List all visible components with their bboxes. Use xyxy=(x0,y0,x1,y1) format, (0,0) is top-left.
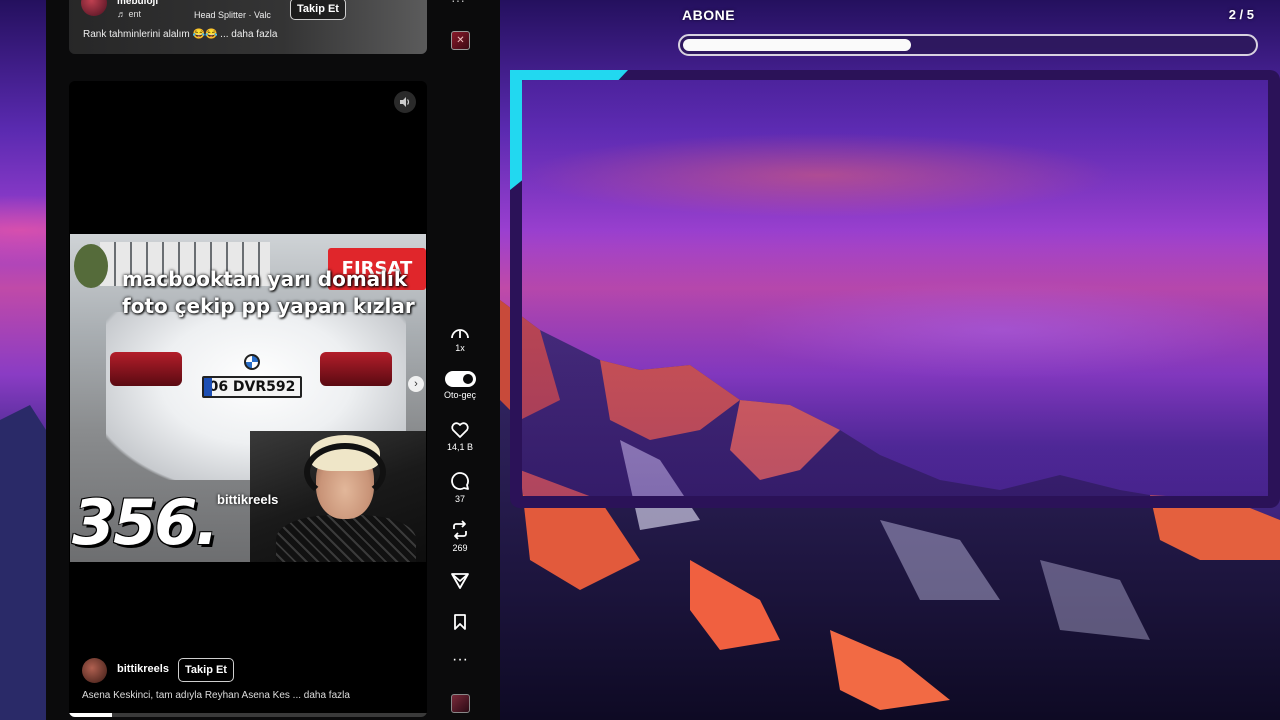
watermark-label: bittikreels xyxy=(217,492,279,507)
repost-icon xyxy=(453,520,467,540)
song-title[interactable]: Head Splitter · Valc xyxy=(194,10,271,20)
reel-video[interactable]: FIRSAT 06 DVR592 macbooktan yarı domalık… xyxy=(70,234,426,562)
like-count: 14,1 B xyxy=(446,442,474,452)
follow-button[interactable]: Takip Et xyxy=(178,658,234,682)
avatar[interactable] xyxy=(82,658,107,683)
reel-player[interactable]: FIRSAT 06 DVR592 macbooktan yarı domalık… xyxy=(69,81,427,717)
frame-accent-left xyxy=(510,70,522,190)
speed-label: 1x xyxy=(455,343,465,353)
volume-button[interactable] xyxy=(394,91,416,113)
frame-border xyxy=(510,70,1280,508)
license-plate: 06 DVR592 xyxy=(202,376,302,398)
reel-username[interactable]: bittikreels xyxy=(117,663,169,675)
bookmark-icon xyxy=(454,614,466,630)
send-icon xyxy=(451,573,469,589)
more-options-top[interactable]: ··· xyxy=(451,0,465,8)
bmw-logo xyxy=(244,354,260,370)
goal-label: ABONE xyxy=(682,7,736,23)
previous-audio-thumbnail[interactable]: ✕ xyxy=(451,31,470,50)
save-button[interactable] xyxy=(445,613,475,631)
repost-count: 269 xyxy=(452,543,468,553)
like-button[interactable]: 14,1 B xyxy=(445,421,475,452)
toggle-switch[interactable] xyxy=(444,371,476,387)
reel-caption[interactable]: Asena Keskinci, tam adıyla Reyhan Asena … xyxy=(82,690,350,701)
frame-accent-top xyxy=(510,70,628,80)
audio-thumbnail[interactable] xyxy=(451,694,470,713)
reel-progress-bar[interactable] xyxy=(69,713,427,717)
autoplay-label: Oto-geç xyxy=(444,390,477,400)
comment-count: 37 xyxy=(454,494,465,504)
speedometer-icon xyxy=(451,329,469,339)
comment-button[interactable]: 37 xyxy=(445,471,475,504)
goal-progress-fill xyxy=(683,39,911,51)
tail-light-left xyxy=(110,352,182,386)
repost-button[interactable]: 269 xyxy=(445,520,475,553)
more-icon: ··· xyxy=(452,651,468,668)
video-overlay-text: macbooktan yarı domalık foto çekip pp ya… xyxy=(122,267,415,318)
goal-progress-bar xyxy=(678,34,1258,56)
previous-reel-username[interactable]: mebuloji xyxy=(117,0,158,7)
headset-icon xyxy=(304,443,386,501)
previous-reel-card[interactable]: mebuloji ♬ ent Head Splitter · Valc Taki… xyxy=(69,0,427,54)
rank-number: 356. xyxy=(72,486,219,559)
streamer-body xyxy=(276,515,416,562)
autoplay-toggle[interactable]: Oto-geç xyxy=(444,371,477,400)
music-label: ♬ ent xyxy=(117,9,142,19)
heart-icon xyxy=(451,422,469,438)
follow-button[interactable]: Takip Et xyxy=(290,0,346,20)
more-options-button[interactable]: ··· xyxy=(445,652,475,668)
comment-icon xyxy=(451,472,469,490)
share-button[interactable] xyxy=(445,572,475,590)
speed-button[interactable]: 1x xyxy=(445,326,475,353)
background-tree xyxy=(74,244,108,288)
webcam-frame xyxy=(510,70,1280,508)
goal-count: 2 / 5 xyxy=(1228,7,1254,22)
speaker-icon xyxy=(400,97,410,107)
tail-light-right xyxy=(320,352,392,386)
next-arrow-icon[interactable]: › xyxy=(408,376,424,392)
previous-reel-caption[interactable]: Rank tahminlerini alalım 😂😂 ... daha faz… xyxy=(83,29,277,40)
reel-progress-fill xyxy=(69,713,112,717)
